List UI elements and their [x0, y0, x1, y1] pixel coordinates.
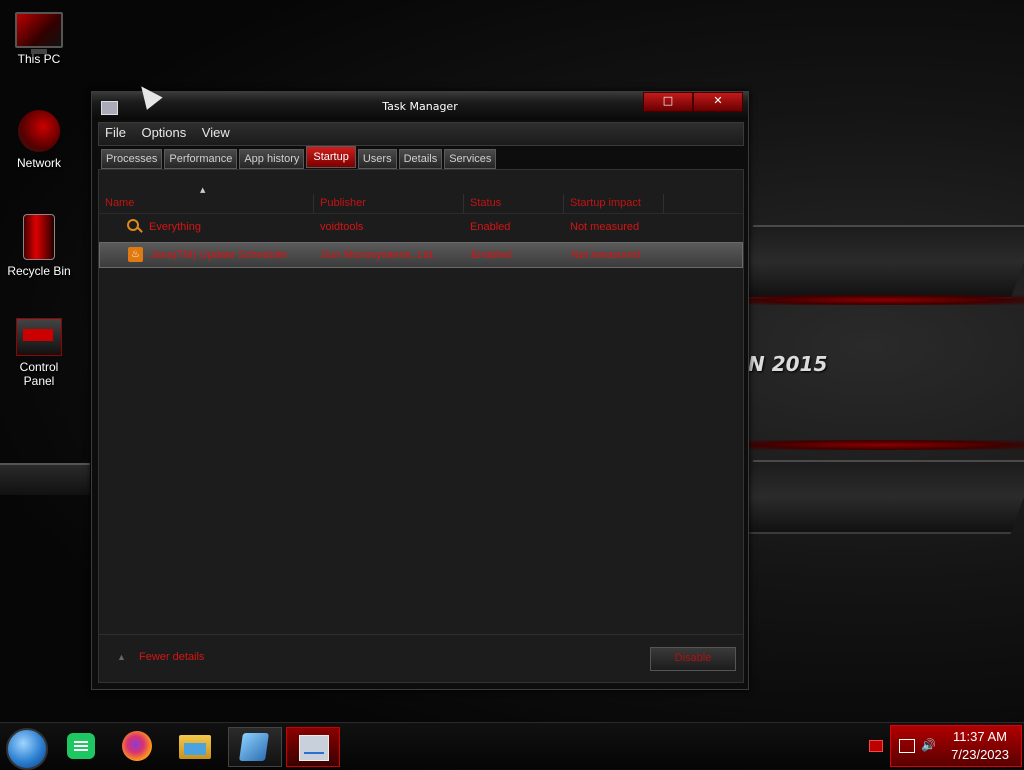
desktop-icon-this-pc[interactable]: This PC — [4, 8, 74, 66]
tab-strip: Processes Performance App history Startu… — [101, 146, 498, 169]
wallpaper-text: N 2015 — [748, 352, 828, 376]
menu-file[interactable]: File — [99, 123, 132, 140]
visual-studio-icon — [239, 733, 269, 761]
wallpaper-glow-top — [740, 295, 1024, 305]
show-hidden-icons-button[interactable] — [869, 740, 883, 752]
row-name: Java(TM) Update Scheduler — [150, 249, 288, 261]
desktop-icon-label: Network — [16, 156, 61, 170]
task-manager-icon — [299, 735, 329, 761]
footer-divider — [99, 634, 743, 635]
desktop-icon-label: Recycle Bin — [7, 264, 71, 278]
tab-details[interactable]: Details — [398, 149, 443, 169]
column-header-name[interactable]: Name — [99, 194, 314, 214]
sort-ascending-icon: ▲ — [200, 186, 206, 194]
clock-time: 11:37 AM — [953, 729, 1007, 744]
taskbar-app-notes[interactable] — [54, 727, 106, 765]
start-orb-icon[interactable] — [6, 728, 48, 770]
row-impact: Not measured — [571, 249, 641, 261]
wallpaper-band-left — [0, 463, 90, 495]
desktop-icon-label: Control Panel — [19, 360, 59, 388]
close-button[interactable]: ✕ — [693, 92, 743, 112]
column-header-startup-impact[interactable]: Startup impact — [564, 194, 664, 214]
taskbar-app-visual-studio[interactable] — [228, 727, 282, 767]
table-row[interactable]: Everything voidtools Enabled Not measure… — [99, 215, 741, 239]
wallpaper-band-bottom — [726, 460, 1024, 534]
header-divider — [99, 213, 743, 214]
file-explorer-icon — [179, 735, 211, 759]
system-tray[interactable]: 🔊 11:37 AM 7/23/2023 — [890, 725, 1022, 767]
tab-processes[interactable]: Processes — [101, 149, 163, 169]
menu-bar: File Options View — [98, 122, 744, 146]
fewer-details-button[interactable]: ▲ Fewer details — [117, 651, 204, 663]
volume-icon[interactable]: 🔊 — [921, 738, 936, 752]
row-publisher: voidtools — [320, 221, 364, 233]
fewer-details-label: Fewer details — [139, 651, 205, 663]
wallpaper-band-top — [726, 225, 1024, 299]
search-icon — [127, 219, 139, 231]
row-impact: Not measured — [570, 221, 640, 233]
taskbar-app-firefox[interactable] — [112, 727, 164, 765]
recycle-bin-icon — [23, 214, 55, 260]
desktop-icon-network[interactable]: Network — [4, 110, 74, 170]
clock-date: 7/23/2023 — [951, 747, 1009, 762]
restore-button[interactable]: □ — [643, 92, 693, 112]
desktop-icon-recycle-bin[interactable]: Recycle Bin — [4, 214, 74, 278]
startup-list-panel: ▲ Name Publisher Status Startup impact E… — [98, 169, 744, 683]
control-panel-icon — [16, 318, 62, 356]
column-header-status[interactable]: Status — [464, 194, 564, 214]
java-icon: ♨ — [128, 247, 143, 262]
computer-icon — [15, 12, 63, 54]
table-row[interactable]: ♨ Java(TM) Update Scheduler Sun Microsys… — [99, 242, 743, 268]
menu-view[interactable]: View — [196, 123, 236, 140]
network-status-icon[interactable] — [899, 739, 915, 753]
network-icon — [18, 110, 60, 152]
tab-users[interactable]: Users — [357, 149, 397, 169]
desktop-icon-control-panel[interactable]: Control Panel — [4, 318, 74, 388]
taskbar-app-task-manager[interactable] — [286, 727, 340, 767]
firefox-icon — [122, 731, 152, 761]
notes-icon — [67, 733, 95, 759]
tab-app-history[interactable]: App history — [239, 149, 305, 169]
row-status: Enabled — [470, 221, 511, 233]
row-status: Enabled — [471, 249, 512, 261]
taskbar-app-file-explorer[interactable] — [170, 727, 222, 765]
menu-options[interactable]: Options — [135, 123, 192, 140]
desktop-icon-label: This PC — [17, 52, 61, 66]
tab-startup[interactable]: Startup — [306, 146, 356, 168]
disable-button[interactable]: Disable — [650, 647, 736, 671]
column-header-publisher[interactable]: Publisher — [314, 194, 464, 214]
title-bar[interactable]: Task Manager □ ✕ — [92, 92, 748, 120]
chevron-up-icon: ▲ — [117, 652, 126, 663]
tab-performance[interactable]: Performance — [164, 149, 238, 169]
wallpaper-glow-bottom — [740, 440, 1024, 450]
task-manager-window: Task Manager □ ✕ File Options View Proce… — [91, 91, 749, 690]
row-name: Everything — [149, 221, 201, 233]
row-publisher: Sun Microsystems, Ltd. — [321, 249, 436, 261]
tab-services[interactable]: Services — [444, 149, 497, 169]
